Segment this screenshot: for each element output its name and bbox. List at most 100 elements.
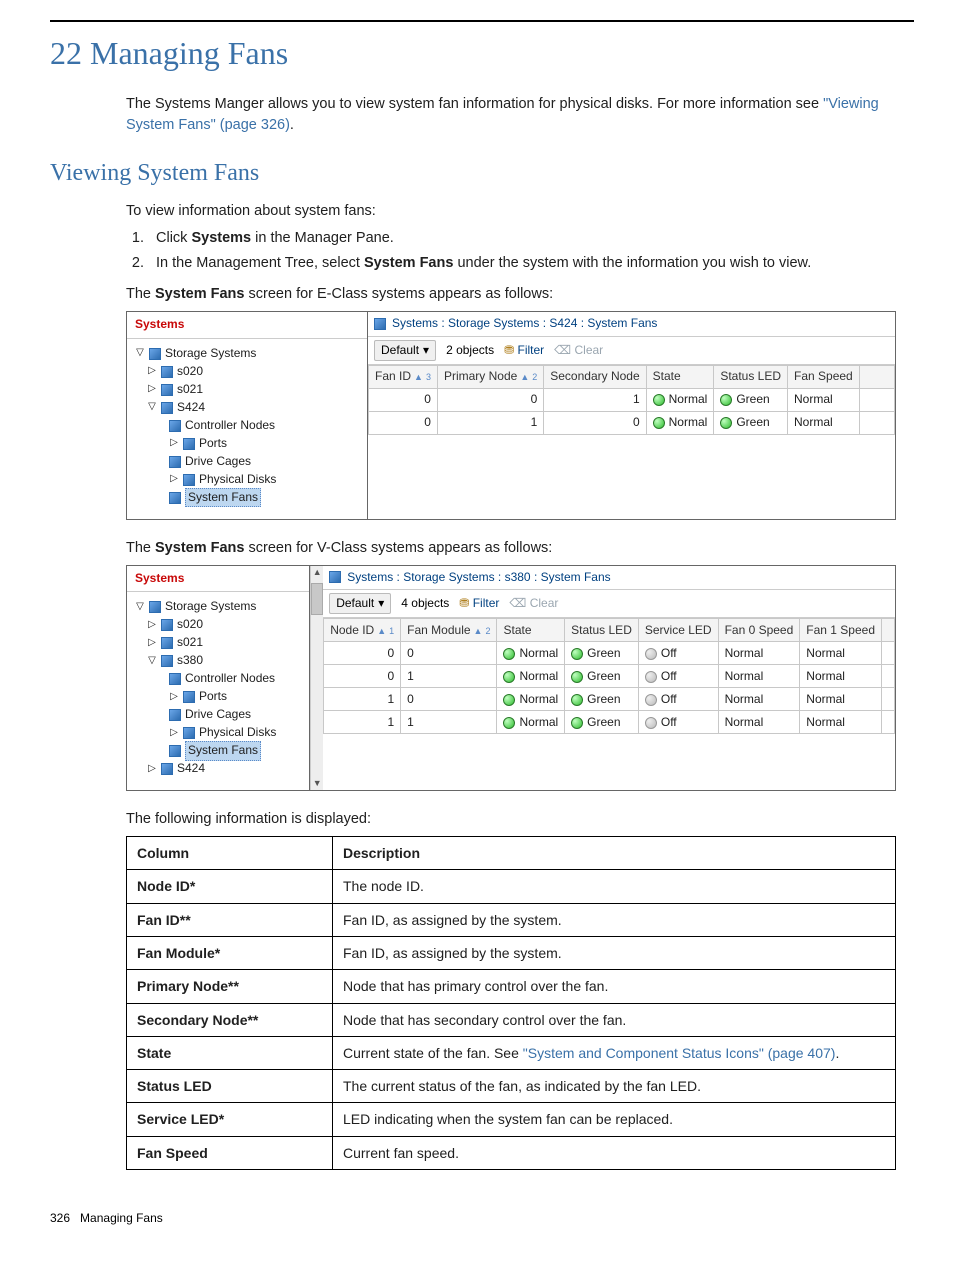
col-state[interactable]: State [497, 619, 565, 642]
cell-module: 1 [401, 711, 497, 734]
system-icon [161, 619, 173, 631]
cell-status-text: Green [587, 692, 620, 706]
cell-status: Green [714, 412, 788, 435]
tree-controller-nodes[interactable]: Controller Nodes [135, 417, 363, 435]
tree-label: S424 [177, 760, 205, 777]
intro-paragraph: The Systems Manger allows you to view sy… [126, 94, 914, 136]
tree-system-fans[interactable]: System Fans [135, 489, 363, 507]
status-dot-icon [720, 394, 732, 406]
expand-icon[interactable]: ▷ [169, 436, 179, 451]
tree-label: Physical Disks [199, 471, 276, 488]
col-primary-node[interactable]: Primary Node▲2 [437, 366, 543, 389]
view-select[interactable]: Default ▾ [374, 340, 436, 361]
caption1-pre: The [126, 286, 155, 302]
tree-ports[interactable]: ▷Ports [135, 435, 363, 453]
expand-icon[interactable]: ▷ [147, 636, 157, 651]
col-fan1-speed[interactable]: Fan 1 Speed [800, 619, 882, 642]
sort-num: 2 [532, 372, 537, 382]
clear-button[interactable]: ⌫ Clear [509, 595, 558, 612]
tree-physical-disks[interactable]: ▷ Physical Disks [135, 471, 363, 489]
tree-s424[interactable]: ▽S424 [135, 399, 363, 417]
col-status-led[interactable]: Status LED [565, 619, 639, 642]
tree-scrollbar[interactable]: ▲ ▼ [310, 566, 323, 790]
tree-storage-systems[interactable]: ▽Storage Systems [135, 345, 363, 363]
cell-service-text: Off [661, 646, 677, 660]
filter-icon: ⛃ [459, 596, 469, 610]
cell-primary: 1 [437, 412, 543, 435]
expand-icon[interactable]: ▷ [147, 618, 157, 633]
tree-label: Ports [199, 688, 227, 705]
expand-icon[interactable]: ▷ [169, 690, 179, 705]
cell-node: 0 [324, 642, 401, 665]
info-header-column: Column [127, 837, 333, 870]
tree-system-fans[interactable]: System Fans [135, 742, 305, 760]
col-fan-id[interactable]: Fan ID▲3 [369, 366, 438, 389]
col-service-led[interactable]: Service LED [638, 619, 718, 642]
cell-state: Normal [497, 642, 565, 665]
table-row[interactable]: 1 1 Normal Green Off Normal Normal [324, 711, 895, 734]
ports-icon [183, 691, 195, 703]
status-dot-icon [503, 671, 515, 683]
table-row[interactable]: 0 0 Normal Green Off Normal Normal [324, 642, 895, 665]
tree-s380[interactable]: ▽s380 [135, 652, 305, 670]
cell-fan0: Normal [718, 688, 800, 711]
tree-s021[interactable]: ▷s021 [135, 634, 305, 652]
col-status-led[interactable]: Status LED [714, 366, 788, 389]
tree-s020[interactable]: ▷s020 [135, 616, 305, 634]
status-dot-icon [571, 717, 583, 729]
col-fan-speed[interactable]: Fan Speed [788, 366, 860, 389]
expand-icon[interactable]: ▷ [147, 364, 157, 379]
scroll-up-icon[interactable]: ▲ [313, 566, 322, 579]
scroll-thumb[interactable] [311, 583, 323, 615]
filter-button[interactable]: ⛃ Filter [459, 595, 499, 612]
col-secondary-node[interactable]: Secondary Node [544, 366, 646, 389]
expand-icon[interactable]: ▷ [147, 382, 157, 397]
caption-2: The System Fans screen for V-Class syste… [126, 538, 914, 559]
sort-num: 1 [389, 626, 394, 636]
expand-icon[interactable]: ▽ [147, 400, 157, 415]
info-desc: Node that has primary control over the f… [333, 970, 896, 1003]
table-row[interactable]: 0 0 1 Normal Green Normal [369, 389, 895, 412]
expand-icon[interactable]: ▷ [169, 726, 179, 741]
col-fan-module[interactable]: Fan Module▲2 [401, 619, 497, 642]
tree-drive-cages[interactable]: Drive Cages [135, 453, 363, 471]
status-dot-icon [571, 671, 583, 683]
clear-icon: ⌫ [509, 596, 526, 610]
cell-state-text: Normal [519, 715, 558, 729]
tree-s424[interactable]: ▷ S424 [135, 760, 305, 778]
breadcrumb-text: Systems : Storage Systems : s380 : Syste… [347, 569, 610, 586]
filter-button[interactable]: ⛃ Filter [504, 342, 544, 359]
col-state[interactable]: State [646, 366, 714, 389]
col-fan0-speed[interactable]: Fan 0 Speed [718, 619, 800, 642]
table-row[interactable]: 0 1 Normal Green Off Normal Normal [324, 665, 895, 688]
tree-storage-systems[interactable]: ▽Storage Systems [135, 598, 305, 616]
tree-physical-disks[interactable]: ▷Physical Disks [135, 724, 305, 742]
view-select-label: Default [336, 595, 374, 612]
tree-ports[interactable]: ▷ Ports [135, 688, 305, 706]
cell-module: 0 [401, 642, 497, 665]
expand-icon[interactable]: ▽ [135, 600, 145, 615]
expand-icon[interactable]: ▽ [135, 346, 145, 361]
cell-node: 0 [324, 665, 401, 688]
expand-icon[interactable]: ▷ [147, 762, 157, 777]
section-title: Viewing System Fans [50, 156, 914, 191]
tree-s021[interactable]: ▷s021 [135, 381, 363, 399]
scroll-down-icon[interactable]: ▼ [313, 777, 322, 790]
expand-icon[interactable]: ▷ [169, 472, 179, 487]
cell-state-text: Normal [519, 646, 558, 660]
expand-icon[interactable]: ▽ [147, 654, 157, 669]
info-desc-link[interactable]: "System and Component Status Icons" (pag… [523, 1045, 836, 1061]
table-row[interactable]: 1 0 Normal Green Off Normal Normal [324, 688, 895, 711]
clear-button[interactable]: ⌫ Clear [554, 342, 603, 359]
cell-status: Green [565, 688, 639, 711]
view-select[interactable]: Default ▾ [329, 593, 391, 614]
tree-s020[interactable]: ▷s020 [135, 363, 363, 381]
tree-controller-nodes[interactable]: Controller Nodes [135, 670, 305, 688]
caption1-post: screen for E-Class systems appears as fo… [244, 286, 553, 302]
object-count: 4 objects [401, 595, 449, 612]
col-node-id[interactable]: Node ID▲1 [324, 619, 401, 642]
step-2: In the Management Tree, select System Fa… [148, 253, 914, 274]
table-row[interactable]: 0 1 0 Normal Green Normal [369, 412, 895, 435]
tree-drive-cages[interactable]: Drive Cages [135, 706, 305, 724]
cell-fan0: Normal [718, 665, 800, 688]
